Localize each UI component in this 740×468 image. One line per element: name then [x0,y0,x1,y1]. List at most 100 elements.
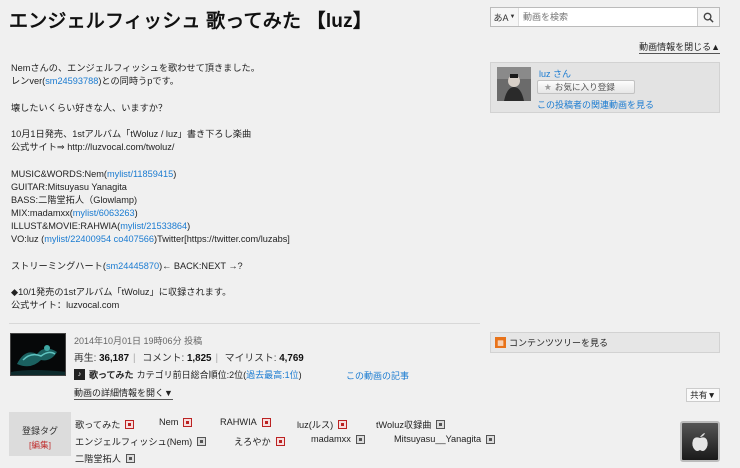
uploader-avatar[interactable] [497,67,531,101]
description-text: 公式サイト⇒ http://luzvocal.com/twoluz/ [11,142,175,153]
open-details-link[interactable]: 動画の詳細情報を開く▼ [74,388,173,400]
dictionary-icon[interactable] [125,453,135,463]
close-video-info-link[interactable]: 動画情報を閉じる▲ [639,42,720,54]
description-line: 公式サイト⇒ http://luzvocal.com/twoluz/ [11,141,481,154]
description-link[interactable]: mylist/22400954 [44,234,111,244]
description-text: 公式サイト：luzvocal.com [11,300,120,311]
tag-box-label: 登録タグ [21,426,58,436]
nicopedia-button[interactable] [680,421,720,462]
comments-label: コメント: [142,353,185,364]
tag-item[interactable]: 歌ってみた [75,417,135,431]
tag-name[interactable]: Nem [159,417,178,427]
views-label: 再生: [74,353,97,364]
star-icon: ★ [544,81,552,92]
search-button[interactable] [697,8,719,26]
uploader-name-link[interactable]: luz さん [539,67,571,80]
description-text: 10月1日発売、1stアルバム「tWoluz / luz」書き下ろし楽曲 [11,128,252,139]
tag-item[interactable]: Nem [159,417,193,427]
tag-name[interactable]: 歌ってみた [75,417,120,431]
tag-item[interactable]: えろやか [234,434,285,448]
video-title: エンジェルフィッシュ 歌ってみた 【luz】 [9,11,373,32]
apple-icon [692,432,708,451]
description-text: )との同時うpです。 [98,76,179,87]
tag-name[interactable]: tWoluz収録曲 [376,417,431,431]
description-line: レンver(sm24593788)との同時うpです。 [11,75,481,88]
video-stats: 再生: 36,187 | コメント: 1,825 | マイリスト: 4,769 [74,353,304,364]
language-selector[interactable]: あA ▼ [491,8,519,26]
post-date: 2014年10月01日 19時06分 投稿 [74,336,203,346]
dictionary-icon[interactable] [261,417,271,427]
description-text: Nemさんの、エンジェルフィッシュを歌わせて頂きました。 [11,63,260,73]
divider [9,323,480,324]
dictionary-icon[interactable] [183,417,193,427]
description-text: ) [173,168,177,179]
description-line: ILLUST&MOVIE:RAHWIA(mylist/21533864) [11,220,481,233]
search-bar: あA ▼ [490,7,720,27]
mylist-count: 4,769 [279,353,304,364]
description-link[interactable]: mylist/11859415 [107,169,173,179]
add-favorite-button[interactable]: ★ お気に入り登録 [537,80,635,94]
description-line: Nemさんの、エンジェルフィッシュを歌わせて頂きました。 [11,62,481,75]
description-line: 10月1日発売、1stアルバム「tWoluz / luz」書き下ろし楽曲 [11,128,481,141]
tag-item[interactable]: madamxx [311,434,365,444]
description-line: MIX:madamxx(mylist/6063263) [11,207,481,220]
description-line: GUITAR:Mitsuyasu Yanagita [11,181,481,194]
description-link[interactable]: mylist/21533864 [120,221,187,231]
description-text: BASS:二階堂拓人（Glowlamp) [11,194,138,205]
tag-name[interactable]: luz(ルス) [297,417,333,431]
tag-item[interactable]: luz(ルス) [297,417,348,431]
tag-name[interactable]: RAHWIA [220,417,257,427]
dictionary-icon[interactable] [275,436,285,446]
tag-name[interactable]: madamxx [311,434,351,444]
video-article-link[interactable]: この動画の記事 [346,369,409,382]
category-name[interactable]: 歌ってみた [89,368,134,381]
tree-icon: ▦ [495,337,506,348]
search-input[interactable] [519,8,697,26]
description-line: MUSIC&WORDS:Nem(mylist/11859415) [11,168,481,181]
tag-item[interactable]: RAHWIA [220,417,271,427]
best-rank-link[interactable]: 過去最高:1位 [246,368,299,381]
tag-name[interactable]: えろやか [234,434,271,448]
search-icon [703,12,714,23]
description-text: レンver( [11,76,46,87]
tag-name[interactable]: Mitsuyasu__Yanagita [394,434,481,444]
tag-name[interactable]: 二階堂拓人 [75,451,121,465]
category-row: ♪ 歌ってみた カテゴリ前日総合順位:2位(過去最高:1位) [74,368,302,381]
dictionary-icon[interactable] [338,419,348,429]
views-count: 36,187 [99,353,130,364]
description-line: BASS:二階堂拓人（Glowlamp) [11,194,481,207]
description-link[interactable]: co407566 [114,234,154,244]
dictionary-icon[interactable] [197,436,207,446]
share-button[interactable]: 共有▼ [686,388,720,402]
dictionary-icon[interactable] [125,419,135,429]
description-line: 壊したいくらい好きな人、いますか？ [11,102,481,115]
dictionary-icon[interactable] [436,419,446,429]
description-text: ) [134,208,138,219]
tag-item[interactable]: 二階堂拓人 [75,451,135,465]
tag-name[interactable]: エンジェルフィッシュ(Nem) [75,434,192,448]
description-line: VO:luz (mylist/22400954 co407566)Twitter… [11,233,481,246]
tag-item[interactable]: エンジェルフィッシュ(Nem) [75,434,207,448]
description-link[interactable]: sm24445870 [106,261,159,271]
tag-item[interactable]: Mitsuyasu__Yanagita [394,434,496,444]
video-thumbnail[interactable] [10,333,66,376]
uploader-related-videos-link[interactable]: この投稿者の関連動画を見る [537,98,654,111]
contents-tree-button[interactable]: ▦ コンテンツツリーを見る [490,332,720,353]
description-text: ) [187,221,191,232]
description-link[interactable]: mylist/6063263 [73,208,135,218]
description-text: GUITAR:Mitsuyasu Yanagita [11,181,127,192]
tag-area: 登録タグ [編集] 歌ってみた Nem RAHWIA luz(ルス) tWoluz収録曲… [9,410,722,468]
description-link[interactable]: sm24593788 [45,76,98,86]
dictionary-icon[interactable] [486,434,496,444]
description-text: MUSIC&WORDS:Nem( [11,168,107,179]
tag-item[interactable]: tWoluz収録曲 [376,417,446,431]
description-text: ◆10/1発売の1stアルバム「tWoluz」に収録されます。 [11,287,232,298]
tag-edit-link[interactable]: [編集] [9,439,71,451]
video-description: Nemさんの、エンジェルフィッシュを歌わせて頂きました。 レンver(sm2459… [11,62,481,313]
dictionary-icon[interactable] [355,434,365,444]
